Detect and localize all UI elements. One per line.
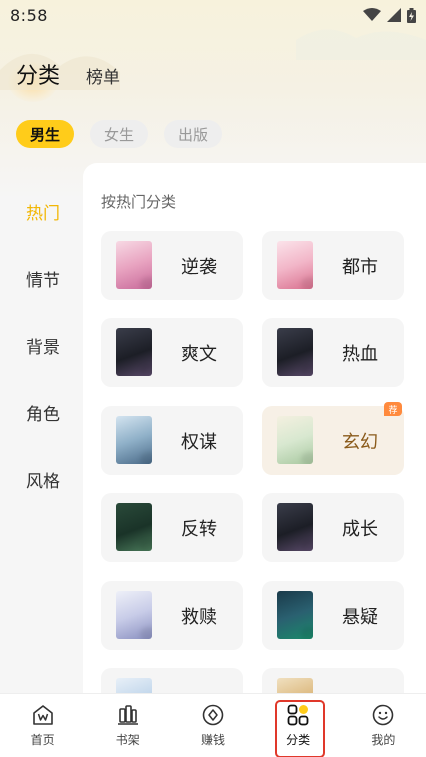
tab-category[interactable]: 分类 xyxy=(16,58,60,90)
smiley-icon xyxy=(373,704,394,726)
category-card[interactable]: 玄幻 荐 xyxy=(262,402,404,475)
category-label: 反转 xyxy=(181,518,217,540)
category-card[interactable] xyxy=(101,668,243,693)
signal-icon xyxy=(387,8,401,22)
category-label: 玄幻 xyxy=(342,431,378,453)
category-label: 悬疑 xyxy=(342,606,378,628)
category-label: 热血 xyxy=(342,343,378,365)
left-nav-plot[interactable]: 情节 xyxy=(0,245,86,312)
bottom-nav-label: 首页 xyxy=(30,733,55,747)
bottom-nav-label: 分类 xyxy=(286,733,311,747)
category-label: 救赎 xyxy=(181,606,217,628)
bottom-nav-bookshelf[interactable]: 书架 xyxy=(98,698,158,754)
book-cover-image xyxy=(116,328,152,376)
tab-ranking[interactable]: 榜单 xyxy=(86,63,120,88)
book-cover-image xyxy=(116,678,152,693)
category-card[interactable]: 救赎 xyxy=(101,581,243,650)
category-label: 逆袭 xyxy=(181,256,217,278)
category-card[interactable]: 逆袭 xyxy=(101,231,243,300)
category-panel: 按热门分类 逆袭 都市 爽文 热血 权谋 玄幻 荐 反转 成长 救赎 悬疑 xyxy=(83,163,426,693)
book-cover-image xyxy=(277,591,313,639)
book-cover-image xyxy=(116,591,152,639)
category-grid-icon xyxy=(287,704,309,726)
book-cover-image xyxy=(116,241,152,289)
book-cover-image xyxy=(277,328,313,376)
bottom-nav-earn[interactable]: 赚钱 xyxy=(183,698,243,754)
bottom-nav-category[interactable]: 分类 xyxy=(268,698,328,757)
bottom-nav-home[interactable]: 首页 xyxy=(13,698,73,754)
category-label: 爽文 xyxy=(181,343,217,365)
book-cover-image xyxy=(277,503,313,551)
category-card[interactable]: 热血 xyxy=(262,318,404,387)
recommend-badge: 荐 xyxy=(384,402,402,416)
book-cover-image xyxy=(277,678,313,693)
chip-male[interactable]: 男生 xyxy=(16,120,75,148)
category-label: 都市 xyxy=(342,256,378,278)
category-card[interactable]: 成长 xyxy=(262,493,404,562)
wifi-icon xyxy=(363,8,381,21)
category-card[interactable]: 权谋 xyxy=(101,406,243,475)
bottom-nav-label: 书架 xyxy=(115,733,140,747)
bottom-nav-mine[interactable]: 我的 xyxy=(353,698,413,754)
status-time: 8:58 xyxy=(10,5,48,25)
chip-publishing[interactable]: 出版 xyxy=(164,120,223,148)
category-card[interactable]: 反转 xyxy=(101,493,243,562)
left-nav-background[interactable]: 背景 xyxy=(0,312,86,379)
status-icons xyxy=(363,7,416,23)
battery-icon xyxy=(407,7,416,23)
category-card[interactable]: 都市 xyxy=(262,231,404,300)
category-card[interactable] xyxy=(262,668,404,693)
bottom-nav: 首页 书架 赚钱 分类 我的 xyxy=(0,693,426,757)
left-category-nav: 热门 情节 背景 角色 风格 xyxy=(0,178,86,513)
category-card[interactable]: 爽文 xyxy=(101,318,243,387)
left-nav-style[interactable]: 风格 xyxy=(0,446,86,513)
coin-icon xyxy=(202,704,224,726)
left-nav-character[interactable]: 角色 xyxy=(0,379,86,446)
panel-heading: 按热门分类 xyxy=(101,193,177,211)
book-cover-image xyxy=(277,241,313,289)
top-tabs: 分类 榜单 xyxy=(16,58,120,90)
bottom-nav-label: 我的 xyxy=(371,733,396,747)
status-bar: 8:58 xyxy=(0,0,426,30)
category-card[interactable]: 悬疑 xyxy=(262,581,404,650)
category-label: 成长 xyxy=(342,518,378,540)
bookshelf-icon xyxy=(117,705,138,725)
category-label: 权谋 xyxy=(181,431,217,453)
gender-chips: 男生 女生 出版 xyxy=(16,120,223,148)
chip-female[interactable]: 女生 xyxy=(90,120,149,148)
bottom-nav-label: 赚钱 xyxy=(200,733,225,747)
book-cover-image xyxy=(116,503,152,551)
book-cover-image xyxy=(277,416,313,464)
home-icon xyxy=(32,705,53,725)
left-nav-hot[interactable]: 热门 xyxy=(0,178,86,245)
book-cover-image xyxy=(116,416,152,464)
